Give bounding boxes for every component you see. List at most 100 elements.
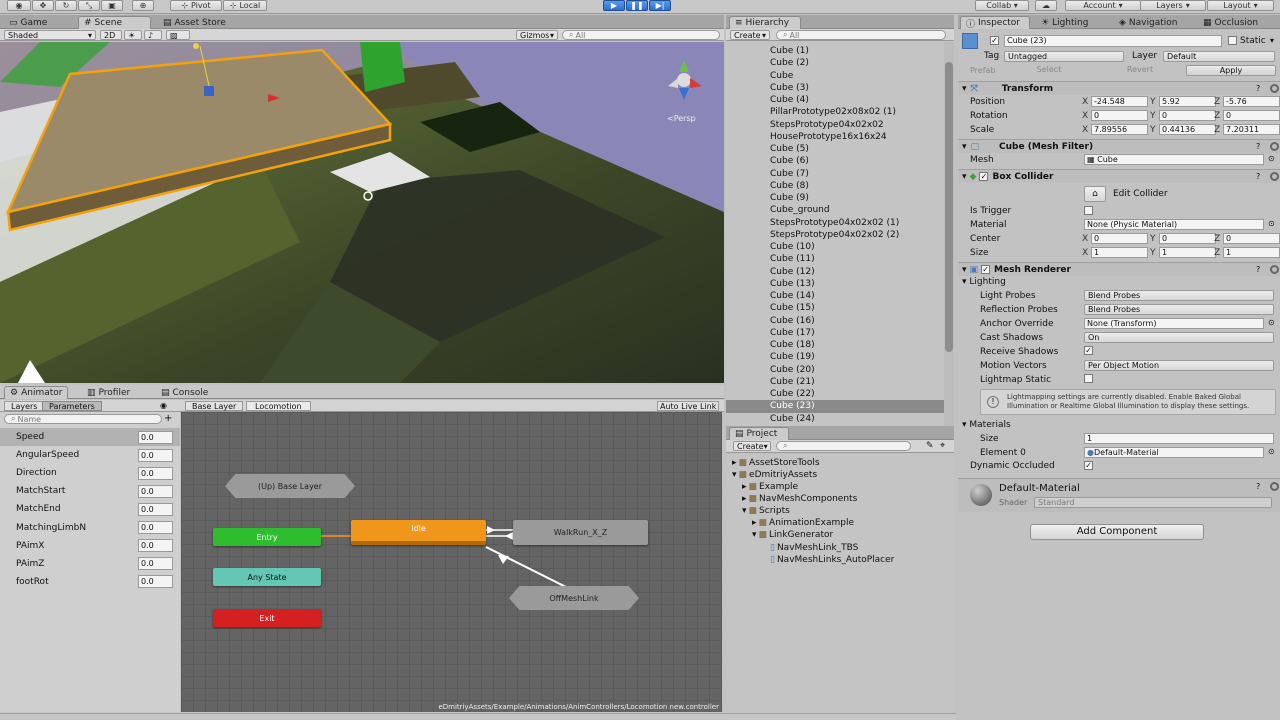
scale-x-field[interactable]: 7.89556 [1091,124,1148,135]
hierarchy-create-dropdown[interactable]: Create ▾ [730,30,770,40]
transform-tool-button[interactable]: ⊕ [132,0,154,11]
help-icon[interactable]: ? [1256,84,1260,93]
parameter-value-field[interactable]: 0.0 [138,466,173,480]
play-button[interactable]: ▶ [603,0,625,11]
parameter-value-field[interactable]: 0.0 [138,539,173,553]
gear-icon[interactable] [1270,172,1279,181]
rotate-tool-button[interactable]: ↻ [55,0,77,11]
edit-collider-button[interactable]: ⌂ [1084,186,1106,202]
eye-icon[interactable]: ◉ [160,401,167,410]
size-y-field[interactable]: 1 [1159,247,1216,258]
element0-field[interactable]: ●Default-Material [1084,447,1264,458]
step-button[interactable]: ▶| [649,0,671,11]
project-item-animationexample[interactable]: ▸ ■ AnimationExample [752,517,854,529]
tab-project[interactable]: ▤ Project [729,427,789,440]
add-parameter-button[interactable]: + [164,413,172,424]
project-item-scripts[interactable]: ▾ ■ Scripts [742,505,790,517]
size-x-label[interactable]: X [1082,248,1088,258]
pause-button[interactable]: ❚❚ [626,0,648,11]
hierarchy-item[interactable]: HousePrototype16x16x24 [726,131,944,143]
mesh-filter-header[interactable]: ▾ ▢ Cube (Mesh Filter) [958,139,1280,153]
static-dropdown[interactable]: ▾ [1270,36,1274,45]
lighting-toggle[interactable]: ☀ [124,30,142,40]
gear-icon[interactable] [1270,482,1279,491]
parameter-value-field[interactable]: 0.0 [138,557,173,571]
hierarchy-item[interactable]: StepsPrototype04x02x02 (1) [726,217,944,229]
project-item-navmeshcomponents[interactable]: ▸ ■ NavMeshComponents [742,493,857,505]
tab-inspector[interactable]: ⓘ Inspector [960,16,1030,30]
prefab-apply-button[interactable]: Apply [1186,65,1276,76]
anchor-override-field[interactable]: None (Transform) [1084,318,1264,329]
tab-navigation[interactable]: ◈ Navigation [1114,16,1182,29]
object-name-field[interactable]: Cube (23) [1004,35,1222,47]
parameter-value-field[interactable]: 0.0 [138,575,173,589]
tab-hierarchy[interactable]: ≡ Hierarchy [729,16,801,29]
hierarchy-item[interactable]: StepsPrototype04x02x02 [726,119,944,131]
position-y-field[interactable]: 5.92 [1159,96,1216,107]
project-item-navmeshlink-tbs[interactable]: ▯ NavMeshLink_TBS [770,542,858,554]
hierarchy-item[interactable]: Cube (9) [726,192,944,204]
parameter-row[interactable]: PAimZ 0.0 [0,555,180,573]
parameter-value-field[interactable]: 0.0 [138,484,173,498]
receive-shadows-checkbox[interactable]: ✓ [1084,346,1093,355]
rotation-x-label[interactable]: X [1082,111,1088,121]
size-y-label[interactable]: Y [1150,248,1156,258]
gear-icon[interactable] [1270,142,1279,151]
scene-search-input[interactable]: ⌕ All [562,30,720,40]
rotation-x-field[interactable]: 0 [1091,110,1148,121]
tab-profiler[interactable]: ▥ Profiler [82,386,135,399]
hierarchy-item[interactable]: Cube (6) [726,155,944,167]
size-z-label[interactable]: Z [1214,248,1220,258]
scroll-thumb[interactable] [945,62,953,352]
state-any-state[interactable]: Any State [213,568,321,586]
project-create-dropdown[interactable]: Create ▾ [733,441,771,451]
gear-icon[interactable] [1270,84,1279,93]
help-icon[interactable]: ? [1256,265,1260,274]
2d-toggle[interactable]: 2D [100,30,122,40]
hierarchy-item[interactable]: Cube (1) [726,45,944,57]
hierarchy-item[interactable]: Cube (11) [726,253,944,265]
hand-tool-button[interactable]: ◉ [7,0,31,11]
gizmos-dropdown[interactable]: Gizmos ▾ [516,30,558,40]
box-collider-checkbox[interactable]: ✓ [979,172,989,181]
auto-live-link-toggle[interactable]: Auto Live Link [657,401,720,411]
tab-animator[interactable]: ⚙ Animator [4,386,68,399]
position-z-label[interactable]: Z [1214,97,1220,107]
effects-dropdown[interactable]: ▨ [166,30,190,40]
parameter-value-field[interactable]: 0.0 [138,430,173,444]
dynamic-occluded-checkbox[interactable]: ✓ [1084,461,1093,470]
parameter-row[interactable]: AngularSpeed 0.0 [0,446,180,464]
rotation-z-label[interactable]: Z [1214,111,1220,121]
state-entry[interactable]: Entry [213,528,321,546]
lighting-foldout[interactable]: ▾ Lighting [962,277,1006,287]
hierarchy-item[interactable]: Cube (3) [726,82,944,94]
light-probes-dropdown[interactable]: Blend Probes [1084,290,1274,301]
account-button[interactable]: Account ▾ [1065,0,1141,11]
tab-layers[interactable]: Layers [4,401,45,411]
hierarchy-item[interactable]: Cube (2) [726,57,944,69]
scale-y-field[interactable]: 0.44136 [1159,124,1216,135]
persp-label[interactable]: <Persp [667,114,696,123]
position-x-field[interactable]: -24.548 [1091,96,1148,107]
hierarchy-item[interactable]: Cube (4) [726,94,944,106]
help-icon[interactable]: ? [1256,142,1260,151]
move-tool-button[interactable]: ✥ [32,0,54,11]
tab-game[interactable]: ▭ Game [4,16,52,29]
scale-tool-button[interactable]: ⤡ [78,0,100,11]
box-collider-header[interactable]: ▾ ◆ ✓ Box Collider [958,169,1280,183]
transform-header[interactable]: ▾ ⤧ Transform [958,81,1280,95]
hierarchy-item[interactable]: PillarPrototype02x08x02 (1) [726,106,944,118]
hierarchy-item[interactable]: Cube (24) [726,413,944,425]
project-item-edmitriyassets[interactable]: ▾ ■ eDmitriyAssets [732,469,817,481]
parameter-search-input[interactable]: ⌕ Name [4,414,162,424]
size-x-field[interactable]: 1 [1091,247,1148,258]
hierarchy-item[interactable]: Cube (15) [726,302,944,314]
project-item-assetstoretools[interactable]: ▸ ■ AssetStoreTools [732,457,820,469]
object-picker-icon[interactable]: ⊙ [1268,154,1275,163]
hierarchy-item[interactable]: Cube (22) [726,388,944,400]
scale-z-field[interactable]: 7.20311 [1223,124,1280,135]
hierarchy-item[interactable]: Cube (23) [726,400,944,413]
project-search-input[interactable]: ⌕ [776,441,911,451]
position-x-label[interactable]: X [1082,97,1088,107]
hierarchy-item[interactable]: Cube (14) [726,290,944,302]
